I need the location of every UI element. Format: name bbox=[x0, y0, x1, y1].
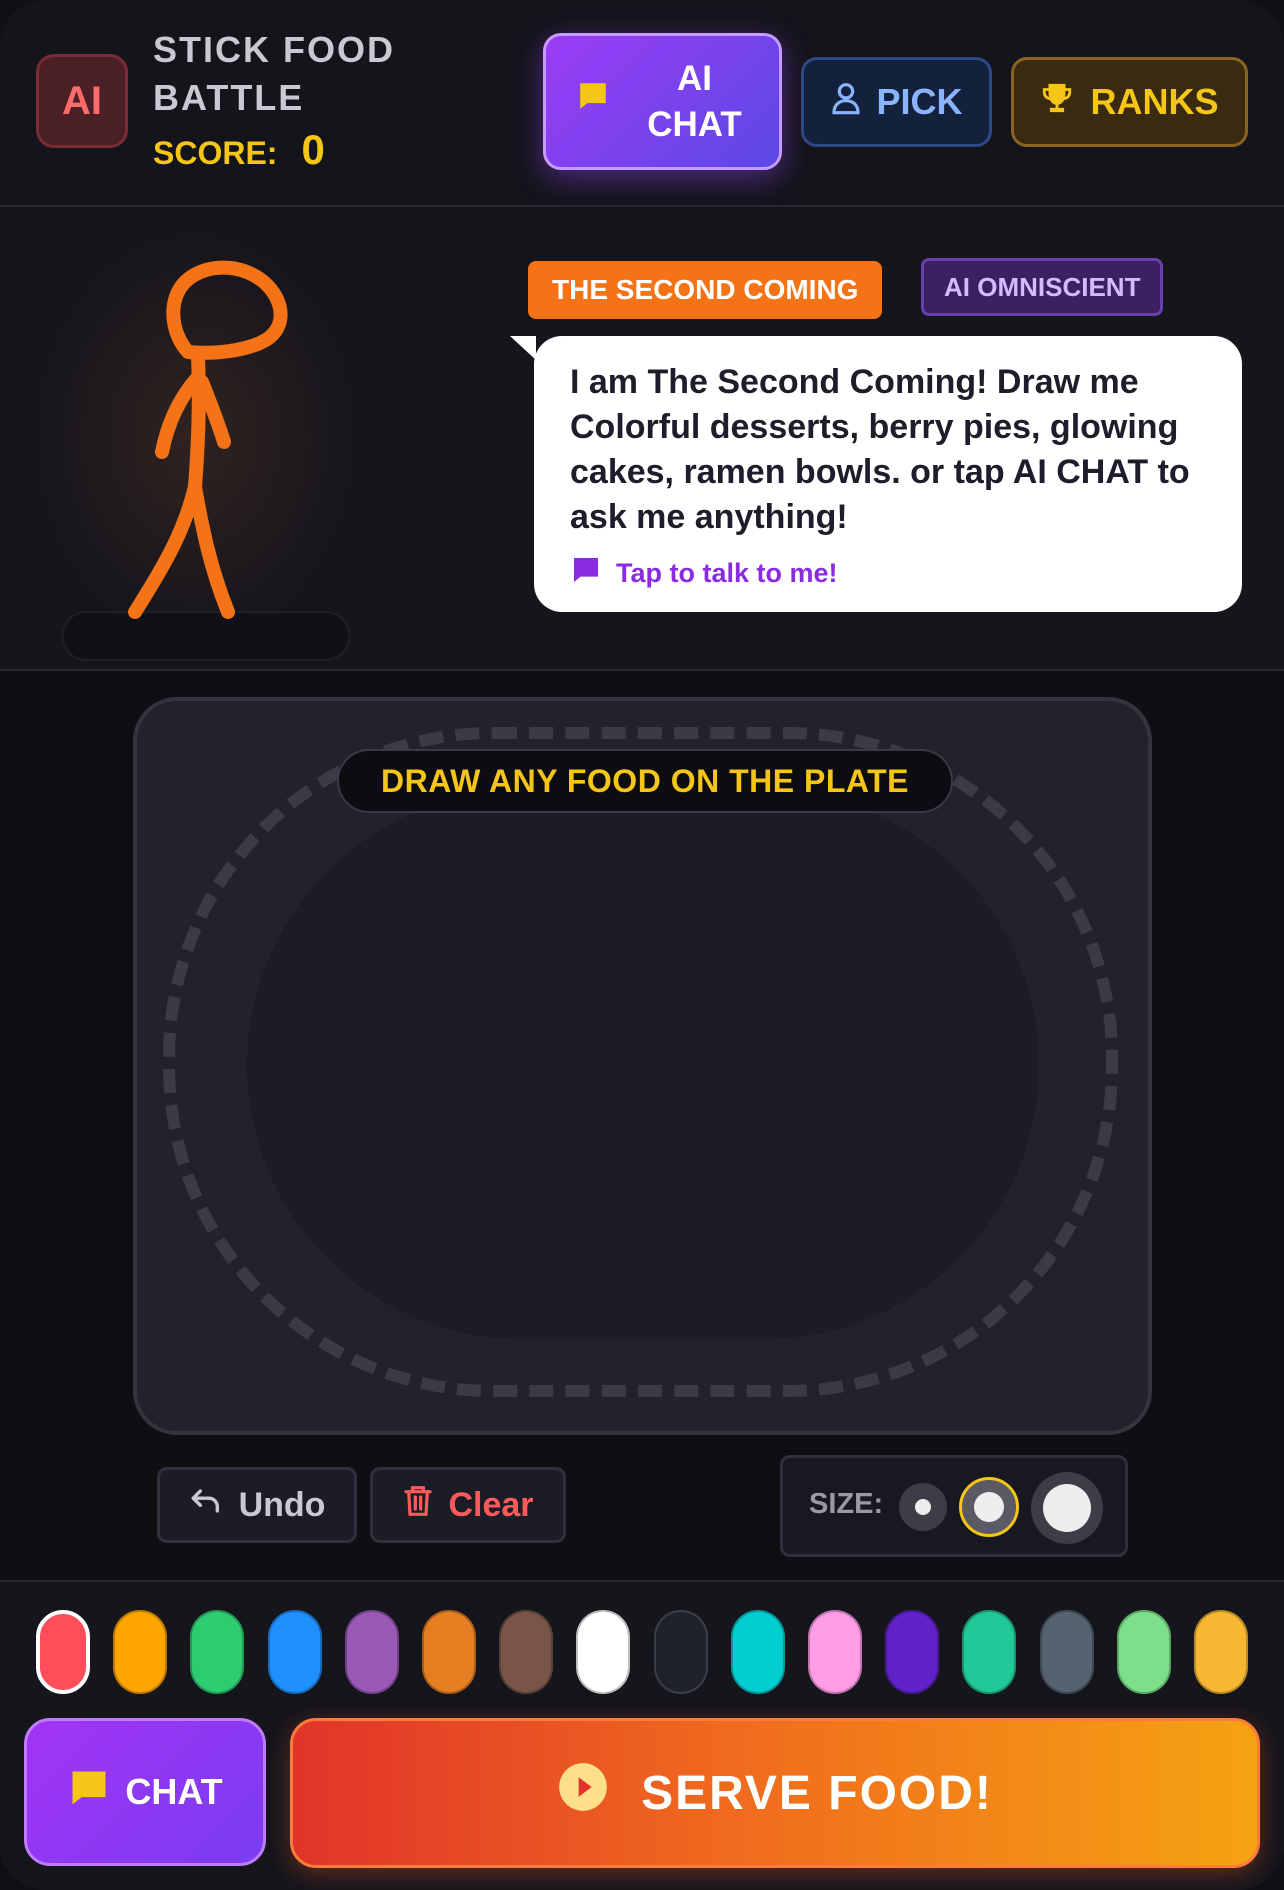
app-window: AI STICK FOOD BATTLE SCORE: 0 AI CHAT PI… bbox=[0, 0, 1284, 1890]
clear-label: Clear bbox=[448, 1485, 534, 1524]
drawing-board[interactable]: DRAW ANY FOOD ON THE PLATE bbox=[133, 697, 1152, 1435]
color-swatch[interactable] bbox=[499, 1610, 553, 1694]
size-label: SIZE: bbox=[809, 1488, 884, 1520]
plate-instruction: DRAW ANY FOOD ON THE PLATE bbox=[337, 749, 953, 813]
talk-prompt-label: Tap to talk to me! bbox=[616, 558, 838, 588]
color-swatch[interactable] bbox=[1040, 1610, 1094, 1694]
color-swatch[interactable] bbox=[345, 1610, 399, 1694]
character-section: THE SECOND COMING AI OMNISCIENT I am The… bbox=[0, 207, 1284, 671]
undo-icon bbox=[189, 1486, 223, 1525]
drawing-area: DRAW ANY FOOD ON THE PLATE Undo Clear SI… bbox=[0, 671, 1284, 1580]
chat-button[interactable]: CHAT bbox=[24, 1718, 266, 1866]
color-palette-bar: CHAT SERVE FOOD! bbox=[0, 1580, 1284, 1890]
color-swatch[interactable] bbox=[885, 1610, 939, 1694]
ai-badge: AI bbox=[36, 54, 128, 148]
brush-size-large[interactable] bbox=[1031, 1472, 1103, 1544]
ai-chat-button[interactable]: AI CHAT bbox=[543, 33, 782, 170]
message-icon bbox=[570, 554, 602, 593]
score-display: SCORE: 0 bbox=[153, 126, 325, 174]
ai-chat-label: AI CHAT bbox=[647, 58, 742, 144]
pick-button[interactable]: PICK bbox=[801, 57, 992, 147]
color-swatch[interactable] bbox=[113, 1610, 167, 1694]
ai-mode-tag: AI OMNISCIENT bbox=[921, 258, 1164, 316]
plate-canvas[interactable] bbox=[247, 791, 1039, 1339]
header: AI STICK FOOD BATTLE SCORE: 0 AI CHAT PI… bbox=[0, 0, 1284, 207]
score-label: SCORE: bbox=[153, 135, 278, 171]
color-swatch[interactable] bbox=[422, 1610, 476, 1694]
color-swatch[interactable] bbox=[1194, 1610, 1248, 1694]
user-icon bbox=[830, 80, 862, 125]
character-name-tag: THE SECOND COMING bbox=[528, 261, 883, 319]
score-value: 0 bbox=[301, 126, 325, 173]
color-swatch[interactable] bbox=[962, 1610, 1016, 1694]
undo-button[interactable]: Undo bbox=[157, 1467, 357, 1543]
trophy-icon bbox=[1040, 81, 1074, 124]
ranks-button[interactable]: RANKS bbox=[1011, 57, 1248, 147]
brush-size-medium[interactable] bbox=[959, 1477, 1019, 1537]
serve-food-button[interactable]: SERVE FOOD! bbox=[290, 1718, 1260, 1868]
pick-label: PICK bbox=[876, 81, 963, 122]
color-swatch[interactable] bbox=[268, 1610, 322, 1694]
color-swatch[interactable] bbox=[808, 1610, 862, 1694]
chat-bubble-icon bbox=[576, 79, 610, 125]
clear-button[interactable]: Clear bbox=[370, 1467, 566, 1543]
trash-icon bbox=[402, 1483, 434, 1528]
color-swatch[interactable] bbox=[654, 1610, 708, 1694]
chat-icon bbox=[67, 1766, 111, 1819]
color-swatch[interactable] bbox=[190, 1610, 244, 1694]
color-swatch[interactable] bbox=[731, 1610, 785, 1694]
color-swatch[interactable] bbox=[36, 1610, 90, 1694]
stick-figure-character[interactable] bbox=[100, 237, 300, 637]
play-icon bbox=[557, 1761, 609, 1825]
undo-label: Undo bbox=[238, 1485, 326, 1524]
speech-text: I am The Second Coming! Draw me Colorful… bbox=[570, 363, 1190, 536]
brush-size-selector: SIZE: bbox=[780, 1455, 1128, 1557]
speech-bubble[interactable]: I am The Second Coming! Draw me Colorful… bbox=[510, 336, 1242, 612]
talk-prompt[interactable]: Tap to talk to me! bbox=[570, 554, 1206, 593]
chat-label: CHAT bbox=[125, 1771, 223, 1812]
serve-food-label: SERVE FOOD! bbox=[641, 1766, 993, 1820]
brush-size-small[interactable] bbox=[899, 1483, 947, 1531]
app-title: STICK FOOD BATTLE bbox=[153, 29, 395, 118]
color-swatch[interactable] bbox=[576, 1610, 630, 1694]
color-swatch[interactable] bbox=[1117, 1610, 1171, 1694]
ranks-label: RANKS bbox=[1090, 81, 1219, 122]
